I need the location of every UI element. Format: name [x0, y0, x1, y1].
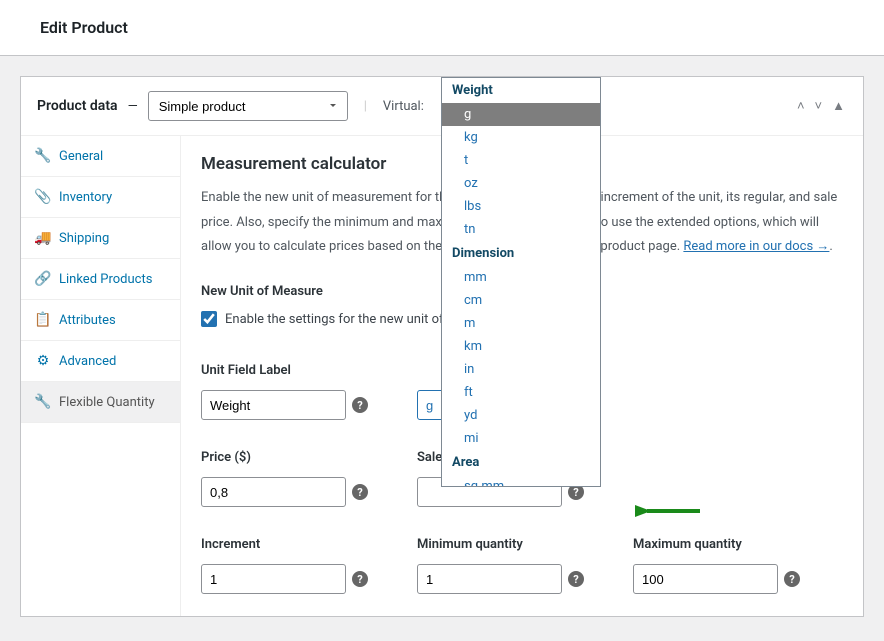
product-type-select[interactable]: Simple product	[148, 91, 348, 121]
help-icon[interactable]: ?	[568, 571, 584, 587]
move-down-icon[interactable]: ˅	[813, 96, 825, 116]
min-qty-input[interactable]	[417, 564, 562, 594]
dropdown-option[interactable]: kg	[442, 126, 600, 149]
help-icon[interactable]: ?	[352, 397, 368, 413]
gear-icon: ⚙	[35, 353, 51, 369]
dropdown-option[interactable]: lbs	[442, 195, 600, 218]
tab-attributes[interactable]: 📋Attributes	[21, 300, 180, 341]
unit-label-input[interactable]	[201, 390, 346, 420]
dropdown-option[interactable]: mm	[442, 266, 600, 289]
dropdown-option[interactable]: oz	[442, 172, 600, 195]
truck-icon: 🚚	[35, 230, 51, 246]
side-tabs: 🔧General 📎Inventory 🚚Shipping 🔗Linked Pr…	[21, 136, 181, 616]
dropdown-option[interactable]: cm	[442, 289, 600, 312]
product-data-label: Product data	[37, 98, 118, 114]
wrench-icon: 🔧	[35, 148, 51, 164]
dropdown-group-header: Area	[442, 450, 600, 475]
price-label: Price ($)	[201, 450, 411, 465]
docs-link[interactable]: Read more in our docs →	[683, 239, 829, 254]
separator: |	[364, 99, 367, 114]
tab-flexible-quantity[interactable]: 🔧Flexible Quantity	[21, 382, 180, 423]
dropdown-option[interactable]: m	[442, 312, 600, 335]
wrench-icon: 🔧	[35, 394, 51, 410]
dropdown-option[interactable]: tn	[442, 218, 600, 241]
dropdown-option[interactable]: mi	[442, 427, 600, 450]
increment-label: Increment	[201, 537, 411, 552]
unit-field-label: Unit Field Label	[201, 363, 411, 378]
price-input[interactable]	[201, 477, 346, 507]
dropdown-option[interactable]: sq mm	[442, 475, 600, 487]
page-header: Edit Product	[0, 0, 884, 56]
max-qty-label: Maximum quantity	[633, 537, 843, 552]
dropdown-group-header: Dimension	[442, 241, 600, 266]
tab-shipping[interactable]: 🚚Shipping	[21, 218, 180, 259]
dropdown-option[interactable]: ft	[442, 381, 600, 404]
move-up-icon[interactable]: ˄	[795, 96, 807, 116]
clip-icon: 📎	[35, 189, 51, 205]
dropdown-option[interactable]: t	[442, 149, 600, 172]
dropdown-group-header: Weight	[442, 78, 600, 103]
tab-linked-products[interactable]: 🔗Linked Products	[21, 259, 180, 300]
help-icon[interactable]: ?	[784, 571, 800, 587]
dropdown-option[interactable]: yd	[442, 404, 600, 427]
dropdown-option[interactable]: in	[442, 358, 600, 381]
unit-dropdown-popup[interactable]: WeightgkgtozlbstnDimensionmmcmmkminftydm…	[441, 77, 601, 487]
increment-input[interactable]	[201, 564, 346, 594]
panel-controls: ˄ ˅ ▲	[795, 96, 847, 116]
collapse-icon[interactable]: ▲	[830, 96, 847, 116]
clipboard-icon: 📋	[35, 312, 51, 328]
dash: —	[128, 99, 138, 114]
min-qty-label: Minimum quantity	[417, 537, 627, 552]
help-icon[interactable]: ?	[352, 571, 368, 587]
link-icon: 🔗	[35, 271, 51, 287]
max-qty-input[interactable]	[633, 564, 778, 594]
virtual-label: Virtual:	[383, 99, 424, 114]
dropdown-option[interactable]: km	[442, 335, 600, 358]
enable-checkbox[interactable]	[201, 311, 217, 327]
page-title: Edit Product	[40, 18, 844, 37]
product-data-panel: Product data — Simple product | Virtual:…	[20, 76, 864, 617]
dropdown-option[interactable]: g	[442, 103, 600, 126]
help-icon[interactable]: ?	[352, 484, 368, 500]
tab-inventory[interactable]: 📎Inventory	[21, 177, 180, 218]
tab-general[interactable]: 🔧General	[21, 136, 180, 177]
tab-advanced[interactable]: ⚙Advanced	[21, 341, 180, 382]
